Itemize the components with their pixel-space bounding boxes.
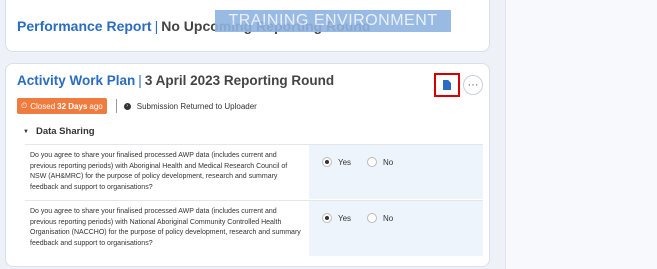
closed-status-badge: ⏲ Closed 32 Days ago	[17, 98, 107, 114]
right-side-panel	[505, 0, 657, 269]
no-label: No	[383, 213, 394, 223]
yes-label: Yes	[338, 213, 352, 223]
no-radio[interactable]	[367, 157, 377, 167]
question-text: Do you agree to share your finalised pro…	[30, 152, 288, 191]
closed-suffix: ago	[89, 101, 103, 111]
yes-option[interactable]: Yes	[322, 157, 351, 167]
main-column: Performance Report|No Upcoming Reporting…	[0, 0, 505, 269]
document-icon	[443, 80, 451, 90]
training-environment-banner: TRAINING ENVIRONMENT	[215, 10, 451, 32]
closed-days: 32 Days	[57, 101, 88, 111]
yes-option[interactable]: Yes	[322, 213, 351, 223]
title-separator: |	[138, 73, 142, 88]
clock-icon: ⏲	[21, 101, 28, 110]
no-radio[interactable]	[367, 213, 377, 223]
no-option[interactable]: No	[367, 213, 393, 223]
submission-status-label: Submission Returned to Uploader	[136, 101, 257, 111]
status-row: ⏲ Closed 32 Days ago › Submission Return…	[17, 98, 257, 114]
question-text: Do you agree to share your finalised pro…	[30, 208, 301, 247]
caret-down-icon: ▼	[23, 128, 29, 135]
more-options-icon: ···	[467, 78, 479, 91]
answer-options: Yes No	[309, 145, 483, 199]
activity-work-plan-link[interactable]: Activity Work Plan	[17, 73, 135, 88]
no-option[interactable]: No	[367, 157, 393, 167]
yes-label: Yes	[338, 157, 352, 167]
closed-prefix: Closed	[30, 101, 56, 111]
activity-work-plan-card: Activity Work Plan | 3 April 2023 Reportin…	[5, 63, 490, 267]
reporting-round-label: 3 April 2023 Reporting Round	[144, 73, 335, 88]
performance-report-link[interactable]: Performance Report	[17, 18, 152, 34]
yes-radio[interactable]	[322, 157, 332, 167]
more-options-button[interactable]: ···	[463, 75, 483, 95]
data-sharing-section-toggle[interactable]: ▼ Data Sharing	[23, 126, 95, 137]
question-row: Do you agree to share your finalised pro…	[25, 200, 483, 256]
answer-options: Yes No	[309, 201, 483, 256]
arrow-circle-icon: ›	[123, 102, 131, 110]
no-label: No	[383, 157, 394, 167]
status-divider	[115, 99, 117, 113]
section-title: Data Sharing	[35, 126, 95, 137]
view-document-button[interactable]	[434, 73, 460, 97]
question-row: Do you agree to share your finalised pro…	[25, 144, 483, 199]
title-separator: |	[154, 18, 159, 34]
activity-work-plan-title: Activity Work Plan | 3 April 2023 Reportin…	[17, 73, 334, 88]
submission-status: › Submission Returned to Uploader	[123, 101, 257, 111]
yes-radio[interactable]	[322, 213, 332, 223]
